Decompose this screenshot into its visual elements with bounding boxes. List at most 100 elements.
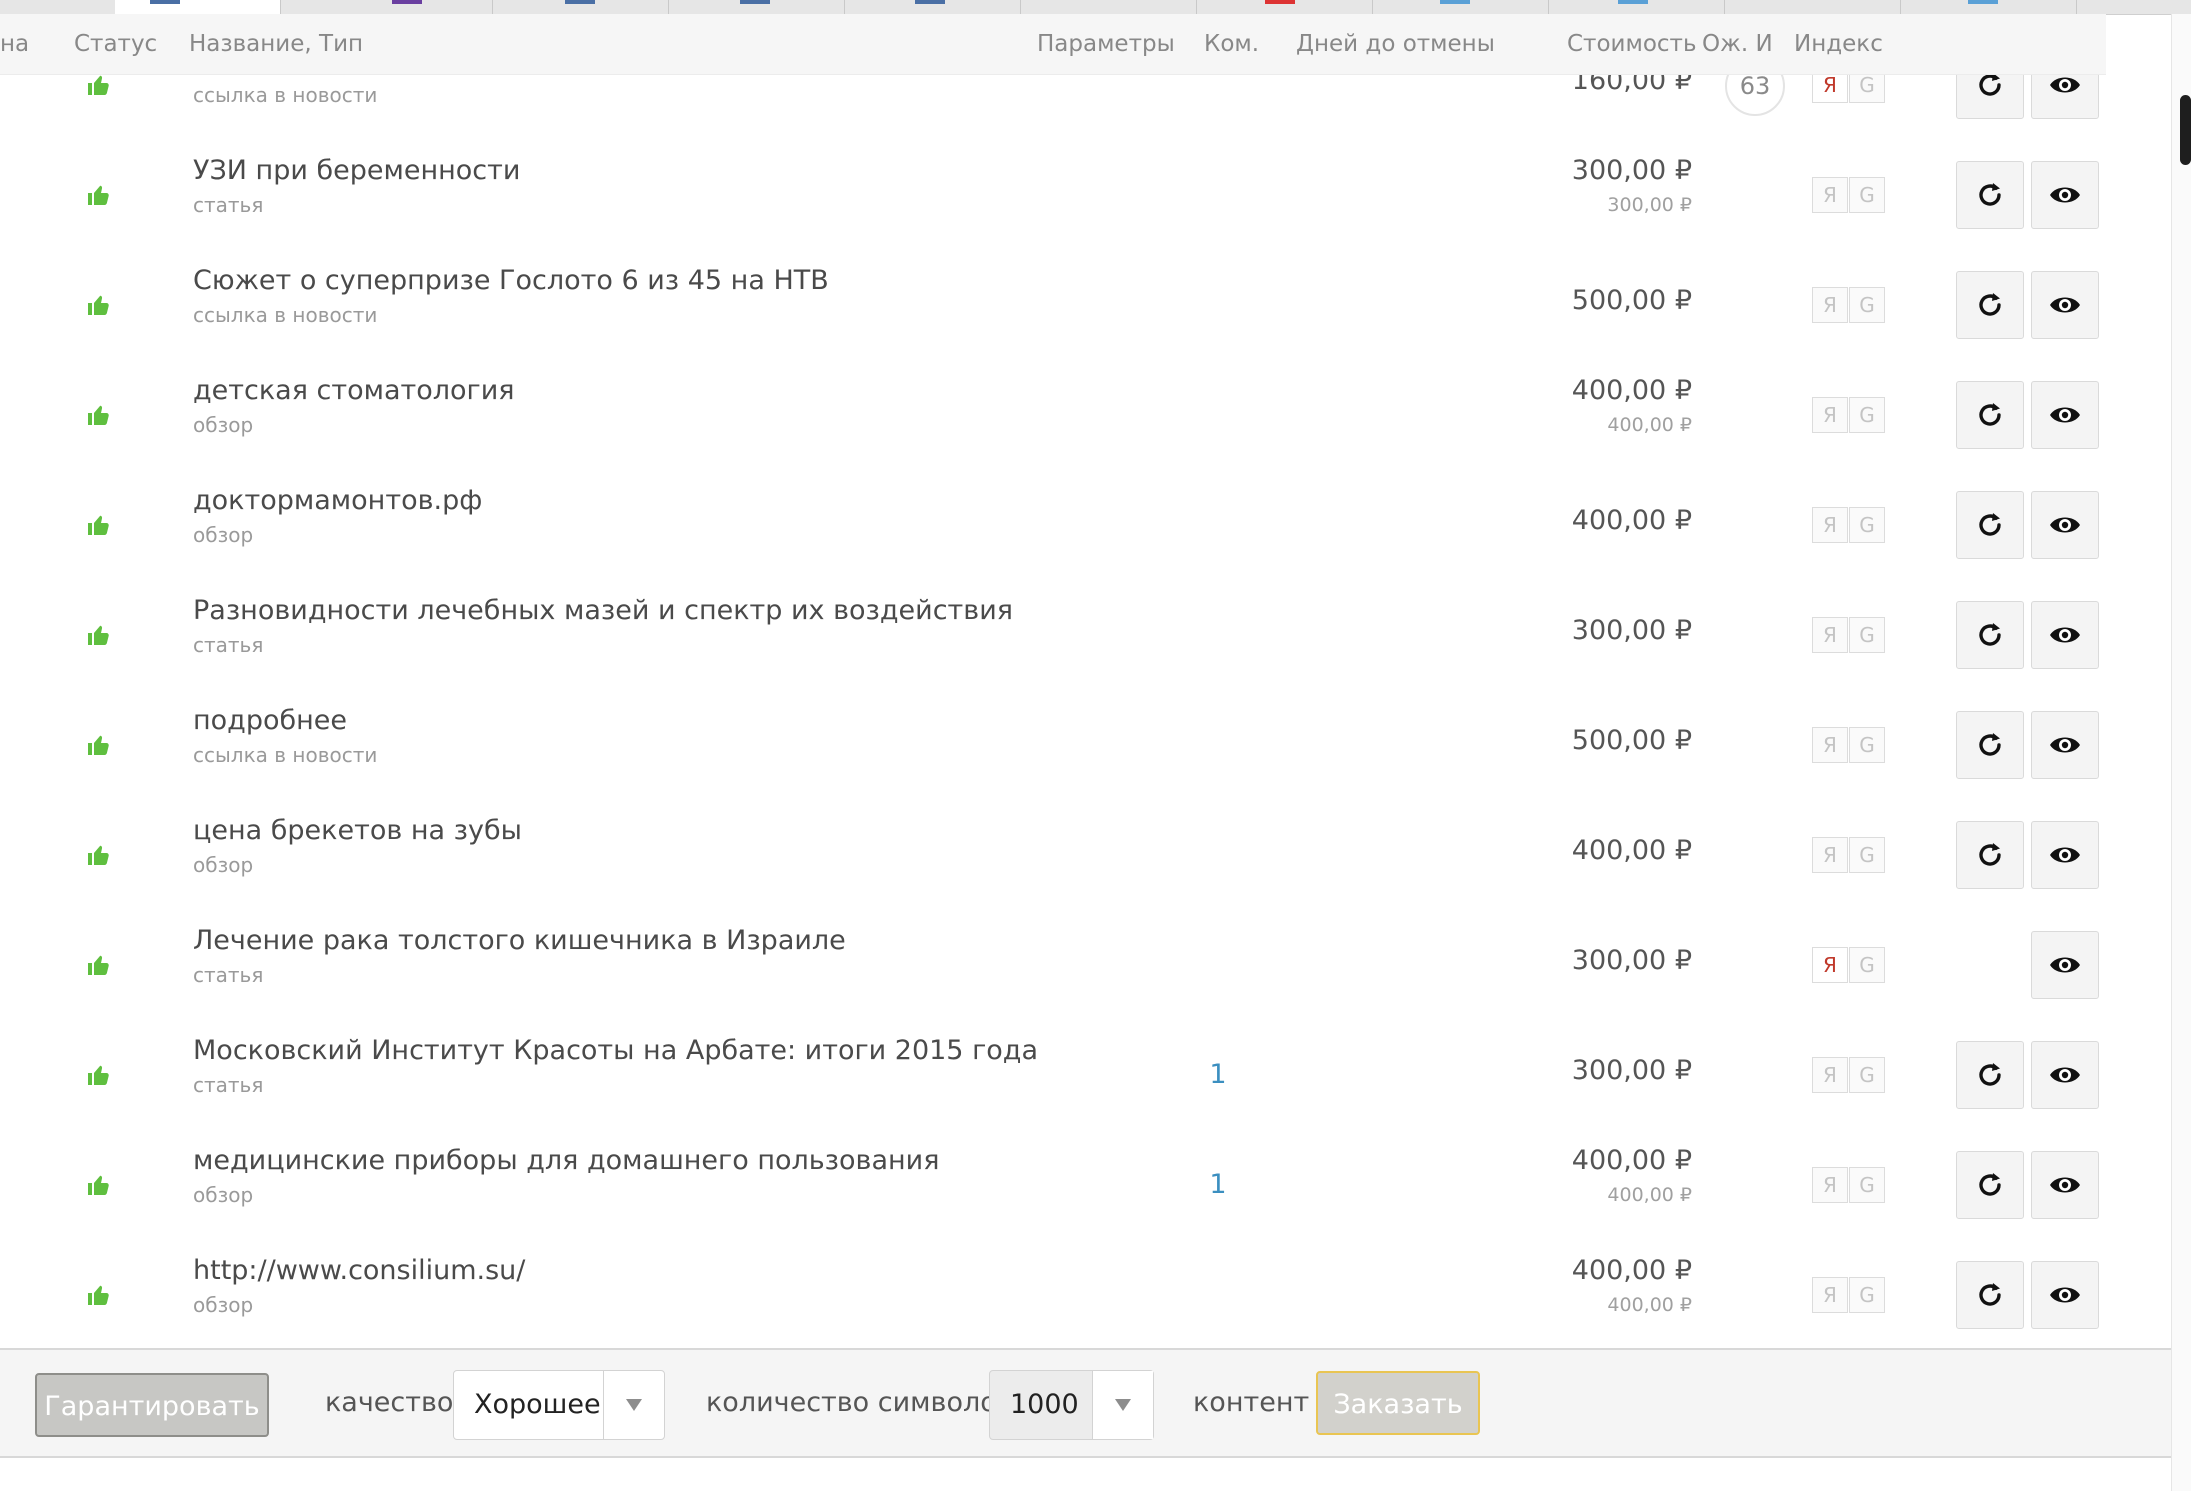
browser-tab[interactable] — [1020, 0, 1197, 14]
view-button[interactable] — [2031, 821, 2099, 889]
view-button[interactable] — [2031, 601, 2099, 669]
view-button[interactable] — [2031, 931, 2099, 999]
row-title[interactable]: доктормамонтов.рф — [193, 485, 482, 516]
table-row: доктормамонтов.рф обзор 400,00 ₽ Я G — [0, 470, 2106, 582]
row-title[interactable]: Разновидности лечебных мазей и спектр их… — [193, 595, 1013, 626]
comment-count-link[interactable]: 1 — [1200, 1169, 1236, 1200]
content-label: контент — [1193, 1387, 1310, 1418]
row-price: 300,00 ₽ — [1571, 945, 1692, 976]
google-index-badge: G — [1849, 1277, 1885, 1313]
refresh-button[interactable] — [1956, 1261, 2024, 1329]
chars-select[interactable]: 1000 — [989, 1370, 1154, 1440]
view-button[interactable] — [2031, 161, 2099, 229]
header-name-type[interactable]: Название, Тип — [189, 14, 363, 74]
refresh-button[interactable] — [1956, 1151, 2024, 1219]
quality-select[interactable]: Хорошее — [453, 1370, 665, 1440]
refresh-button[interactable] — [1956, 1041, 2024, 1109]
row-price: 400,00 ₽ — [1571, 375, 1692, 406]
google-index-badge: G — [1849, 727, 1885, 763]
yandex-index-badge: Я — [1812, 837, 1848, 873]
chevron-down-icon[interactable] — [1092, 1371, 1153, 1439]
header-params[interactable]: Параметры — [1037, 14, 1175, 74]
refresh-button[interactable] — [1956, 821, 2024, 889]
row-type: обзор — [193, 1293, 254, 1317]
row-title[interactable]: Лечение рака толстого кишечника в Израил… — [193, 925, 846, 956]
tab-favicon-icon — [1265, 0, 1295, 4]
view-button[interactable] — [2031, 381, 2099, 449]
tab-favicon-icon — [1440, 0, 1470, 4]
eye-icon — [2049, 184, 2081, 206]
thumbs-up-icon — [86, 1173, 110, 1197]
table-row: Лечение рака толстого кишечника в Израил… — [0, 910, 2106, 1022]
browser-tab-strip — [0, 0, 2191, 15]
refresh-button[interactable] — [1956, 271, 2024, 339]
row-title[interactable]: http://www.consilium.su/ — [193, 1255, 525, 1286]
row-title[interactable]: Сюжет о суперпризе Гослото 6 из 45 на НТ… — [193, 265, 829, 296]
quality-label: качество — [325, 1387, 454, 1418]
google-index-badge: G — [1849, 287, 1885, 323]
thumbs-up-icon — [86, 1283, 110, 1307]
refresh-button[interactable] — [1956, 491, 2024, 559]
thumbs-up-icon — [86, 73, 110, 97]
view-button[interactable] — [2031, 1151, 2099, 1219]
tab-favicon-icon — [1968, 0, 1998, 4]
yandex-index-badge: Я — [1812, 397, 1848, 433]
refresh-icon — [1975, 1280, 2005, 1310]
header-status[interactable]: Статус — [74, 14, 157, 74]
row-type: обзор — [193, 1183, 254, 1207]
view-button[interactable] — [2031, 1261, 2099, 1329]
table-header: на Статус Название, Тип Параметры Ком. Д… — [0, 14, 2106, 75]
header-cost[interactable]: Стоимость — [1567, 14, 1697, 74]
yandex-index-badge: Я — [1812, 947, 1848, 983]
row-title[interactable]: Московский Институт Красоты на Арбате: и… — [193, 1035, 1038, 1066]
row-type: обзор — [193, 523, 254, 547]
comment-count-link[interactable]: 1 — [1200, 1059, 1236, 1090]
guarantee-button[interactable]: Гарантировать — [35, 1373, 269, 1437]
eye-icon — [2049, 624, 2081, 646]
google-index-badge: G — [1849, 177, 1885, 213]
chars-label: количество символов — [706, 1387, 1013, 1418]
eye-icon — [2049, 1284, 2081, 1306]
yandex-index-badge: Я — [1812, 507, 1848, 543]
table-row: УЗИ при беременности статья 300,00 ₽ 300,00… — [0, 140, 2106, 252]
view-button[interactable] — [2031, 711, 2099, 779]
header-days[interactable]: Дней до отмены — [1296, 14, 1495, 74]
table-row: цена брекетов на зубы обзор 400,00 ₽ Я G — [0, 800, 2106, 912]
table-row: медицинские приборы для домашнего пользо… — [0, 1130, 2106, 1242]
browser-tab[interactable] — [1724, 0, 1901, 14]
row-title[interactable]: цена брекетов на зубы — [193, 815, 522, 846]
row-price: 400,00 ₽ — [1571, 1255, 1692, 1286]
browser-tab-active[interactable] — [115, 0, 281, 14]
eye-icon — [2049, 844, 2081, 866]
row-title[interactable]: УЗИ при беременности — [193, 155, 520, 186]
chevron-down-icon[interactable] — [603, 1371, 664, 1439]
browser-tab[interactable] — [280, 0, 493, 14]
row-title[interactable]: медицинские приборы для домашнего пользо… — [193, 1145, 939, 1176]
refresh-button[interactable] — [1956, 601, 2024, 669]
view-button[interactable] — [2031, 271, 2099, 339]
browser-tab[interactable] — [0, 0, 116, 14]
thumbs-up-icon — [86, 1063, 110, 1087]
view-button[interactable] — [2031, 491, 2099, 559]
table-row: Сюжет о суперпризе Гослото 6 из 45 на НТ… — [0, 250, 2106, 362]
view-button[interactable] — [2031, 1041, 2099, 1109]
header-expected[interactable]: Ож. И — [1702, 14, 1773, 74]
tab-favicon-icon — [915, 0, 945, 4]
thumbs-up-icon — [86, 953, 110, 977]
row-title[interactable]: подробнее — [193, 705, 347, 736]
refresh-icon — [1975, 840, 2005, 870]
refresh-button[interactable] — [1956, 381, 2024, 449]
order-button[interactable]: Заказать — [1316, 1371, 1480, 1435]
tab-favicon-icon — [1618, 0, 1648, 4]
refresh-button[interactable] — [1956, 161, 2024, 229]
scrollbar-thumb[interactable] — [2180, 95, 2191, 165]
refresh-button[interactable] — [1956, 711, 2024, 779]
row-type: ссылка в новости — [193, 83, 378, 107]
google-index-badge: G — [1849, 947, 1885, 983]
header-com[interactable]: Ком. — [1204, 14, 1259, 74]
row-title[interactable]: детская стоматология — [193, 375, 515, 406]
yandex-index-badge: Я — [1812, 177, 1848, 213]
scrollbar-track[interactable] — [2171, 14, 2191, 1491]
eye-icon — [2049, 404, 2081, 426]
header-index[interactable]: Индекс — [1794, 14, 1883, 74]
